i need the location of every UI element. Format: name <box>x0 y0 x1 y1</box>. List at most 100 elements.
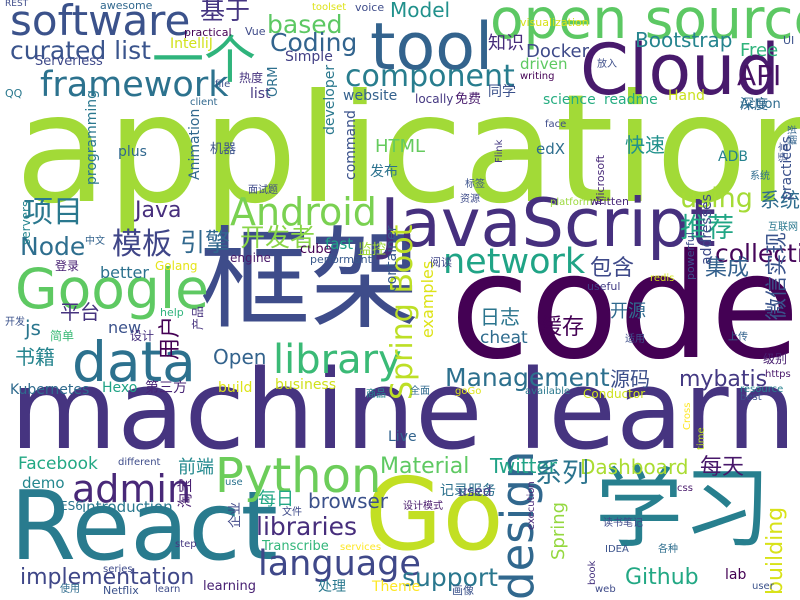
cloud-word: 开源 <box>610 301 646 322</box>
cloud-word: Vue <box>245 25 266 38</box>
cloud-word: 适用 <box>625 334 645 345</box>
cloud-word: servers <box>19 200 33 245</box>
cloud-word: 互联网 <box>768 222 798 233</box>
cloud-word: 同学 <box>488 84 516 100</box>
cloud-word: 每天 <box>700 455 745 480</box>
cloud-word: 登录 <box>55 259 80 273</box>
cloud-word: 翻译 <box>788 125 799 145</box>
cloud-word: Conductor <box>583 387 646 401</box>
cloud-word: available <box>525 386 571 397</box>
cloud-word: REST <box>5 0 29 9</box>
cloud-word: Facebook <box>18 454 98 474</box>
cloud-word: Transcribe <box>262 539 329 554</box>
cloud-word: voice <box>355 1 385 14</box>
cloud-word: website <box>343 88 398 104</box>
cloud-word: time <box>696 427 707 450</box>
cloud-word: 读书笔记 <box>603 518 643 529</box>
cloud-word: 设计 <box>130 329 155 343</box>
cloud-word: library <box>273 337 402 383</box>
cloud-word: Kubernetes <box>10 382 90 398</box>
cloud-word: programming <box>84 89 100 185</box>
cloud-word: client <box>190 97 218 108</box>
cloud-word: network <box>443 242 586 282</box>
cloud-word: Bootstrap <box>635 28 733 52</box>
cloud-word: 热度 <box>239 71 264 85</box>
cloud-word: 级别 <box>763 352 788 366</box>
cloud-word: user <box>752 581 774 592</box>
cloud-word: use <box>225 477 243 488</box>
cloud-word: ORM <box>266 66 281 97</box>
cloud-word: demo <box>22 474 65 492</box>
cloud-word: 简单 <box>50 329 75 343</box>
cloud-word: practical <box>184 26 232 39</box>
word-cloud: applicationmachine learningcode框架ReactJa… <box>0 0 800 600</box>
cloud-word: 企业 <box>228 501 243 528</box>
cloud-word: 发布 <box>370 164 398 180</box>
cloud-word: Simple <box>285 49 333 65</box>
cloud-word: 开发 <box>5 317 25 328</box>
cloud-word: face <box>545 119 567 130</box>
cloud-word: 产品 <box>191 305 205 330</box>
cloud-word: 设计模式 <box>403 501 443 512</box>
cloud-word: 书籍 <box>15 345 55 369</box>
cloud-word: business <box>275 377 337 393</box>
cloud-word: Serverless <box>35 54 103 69</box>
cloud-word: readme <box>604 92 658 108</box>
cloud-word: 资源 <box>460 194 480 205</box>
cloud-word: container <box>384 225 400 292</box>
cloud-word: Open <box>213 345 267 369</box>
cloud-word: lab <box>725 567 747 583</box>
cloud-word: Hexo <box>102 380 138 396</box>
cloud-word: learn <box>155 584 181 595</box>
cloud-word: web <box>595 584 616 595</box>
cloud-word: best <box>740 392 762 403</box>
cloud-word: 商品 <box>366 389 386 400</box>
cloud-word: series <box>103 564 133 575</box>
cloud-word: 免费 <box>455 92 482 107</box>
cloud-word: 模板 <box>112 227 172 262</box>
cloud-word: Flink <box>494 139 505 163</box>
cloud-word: learning <box>203 579 257 594</box>
cloud-word: useful <box>587 280 621 293</box>
cloud-word: 中文 <box>85 236 105 247</box>
cloud-word: addresses <box>699 194 715 265</box>
cloud-word: 包含 <box>590 256 635 281</box>
cloud-word: Free <box>740 40 779 61</box>
cloud-word: ADB <box>718 149 748 165</box>
cloud-word: 画像 <box>452 584 474 597</box>
cloud-word: browser <box>308 489 389 513</box>
cloud-word: QQ <box>5 87 23 100</box>
cloud-word: Netflix <box>103 584 139 597</box>
cloud-word: driven <box>520 55 568 73</box>
cloud-word: edX <box>536 140 566 158</box>
cloud-word: build <box>218 380 253 396</box>
cloud-word: toolset <box>312 2 347 13</box>
cloud-word: 各种 <box>658 544 678 555</box>
cloud-word: Live <box>388 429 417 445</box>
cloud-word: IntelliJ <box>170 36 213 52</box>
cloud-word: writing <box>520 71 555 82</box>
cloud-word: ES6 <box>60 499 83 513</box>
cloud-word: better <box>100 263 149 282</box>
cloud-word: services <box>340 542 382 553</box>
cloud-word: 系统 <box>750 171 770 182</box>
cloud-word: Github <box>625 565 699 590</box>
cloud-word: Golang <box>155 259 198 273</box>
cloud-word: help <box>160 306 184 319</box>
cloud-word: 基于 <box>200 0 251 25</box>
cloud-word: 机器 <box>210 142 237 157</box>
cloud-word: 平台 <box>60 300 100 324</box>
cloud-word: css <box>677 483 693 494</box>
cloud-word: book <box>587 560 598 585</box>
cloud-word: developer <box>322 64 338 135</box>
cloud-word: API <box>737 59 782 92</box>
cloud-word: different <box>118 457 161 468</box>
cloud-word: redis <box>650 273 675 284</box>
cloud-word: command <box>343 110 359 180</box>
cloud-word: Hand <box>668 88 705 104</box>
cloud-word: step <box>175 539 197 550</box>
cloud-word: using <box>680 183 753 214</box>
cloud-word: 上传 <box>728 332 748 343</box>
cloud-word: 系列 <box>535 458 589 489</box>
cloud-word: goGo <box>455 386 482 397</box>
